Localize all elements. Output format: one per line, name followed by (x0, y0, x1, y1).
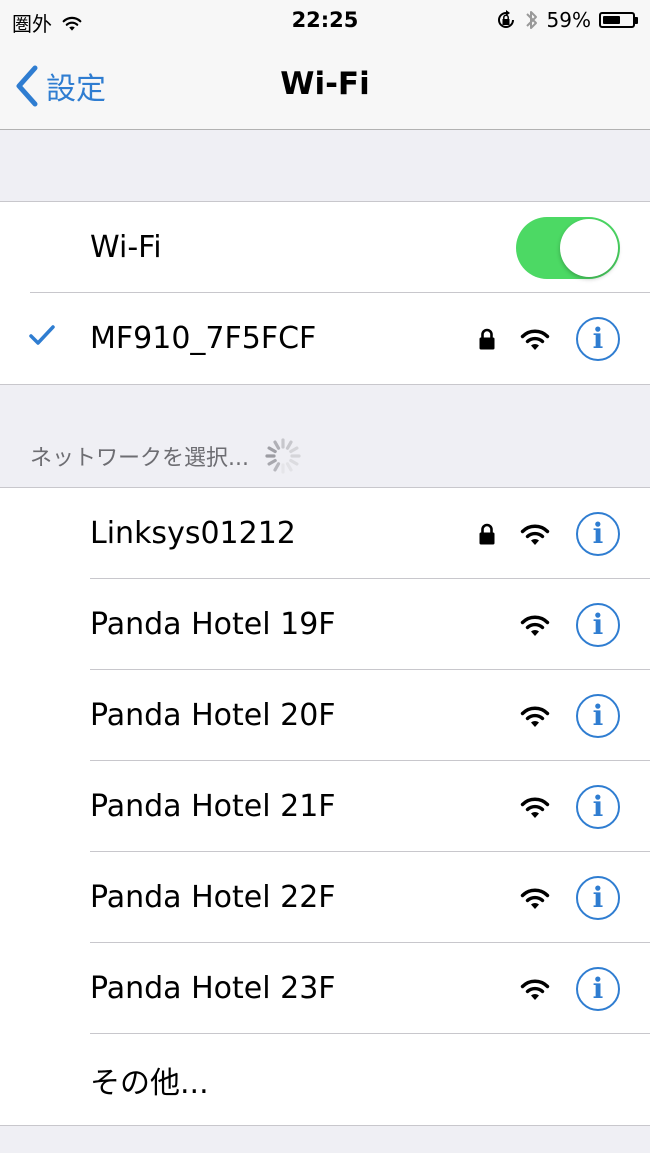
network-icons: i (518, 852, 620, 943)
info-button[interactable]: i (576, 784, 620, 829)
network-name: Panda Hotel 19F (90, 607, 336, 642)
network-row-other[interactable]: その他... (0, 1034, 650, 1125)
other-network-label: その他... (90, 1065, 209, 1101)
toggle-knob (560, 219, 618, 277)
info-button[interactable]: i (576, 602, 620, 647)
battery-percent: 59% (546, 8, 591, 32)
status-right: 59% (495, 8, 638, 32)
network-row[interactable]: Panda Hotel 20F i (0, 670, 650, 761)
info-button[interactable]: i (576, 966, 620, 1011)
page-title: Wi-Fi (280, 66, 370, 102)
info-button[interactable]: i (576, 316, 620, 361)
wifi-settings-group: Wi-Fi MF910_7F5FCF i (0, 201, 650, 385)
network-icons: i (518, 670, 620, 761)
connected-network-row[interactable]: MF910_7F5FCF i (0, 293, 650, 384)
info-button[interactable]: i (576, 693, 620, 738)
network-icons: i (518, 579, 620, 670)
network-row[interactable]: Panda Hotel 23F i (0, 943, 650, 1034)
wifi-signal-icon (520, 524, 550, 545)
network-name: Panda Hotel 22F (90, 880, 336, 915)
network-row[interactable]: Panda Hotel 19F i (0, 579, 650, 670)
network-name: Panda Hotel 21F (90, 789, 336, 824)
battery-icon (599, 12, 638, 28)
info-button[interactable]: i (576, 875, 620, 920)
choose-network-header: ネットワークを選択... (30, 436, 303, 476)
network-icons: i (478, 488, 620, 579)
wifi-toggle-label: Wi-Fi (90, 230, 162, 265)
wifi-signal-icon (520, 329, 550, 350)
connected-network-name: MF910_7F5FCF (90, 321, 317, 356)
network-name: Panda Hotel 20F (90, 698, 336, 733)
network-icons: i (518, 761, 620, 852)
network-row[interactable]: Linksys01212 i (0, 488, 650, 579)
lock-icon (479, 523, 495, 544)
lock-icon (479, 328, 495, 349)
status-bar: 圏外 22:25 59% (0, 0, 650, 40)
section-header-label: ネットワークを選択... (30, 446, 249, 471)
checkmark-icon (29, 325, 55, 345)
network-row[interactable]: Panda Hotel 21F i (0, 761, 650, 852)
network-name: Panda Hotel 23F (90, 971, 336, 1006)
navigation-bar: 設定 Wi-Fi (0, 40, 650, 130)
network-row[interactable]: Panda Hotel 22F i (0, 852, 650, 943)
rotation-lock-icon (497, 10, 514, 28)
info-button[interactable]: i (576, 511, 620, 556)
wifi-signal-icon (520, 979, 550, 1000)
connected-network-icons: i (478, 293, 620, 384)
wifi-toggle-switch[interactable] (516, 217, 620, 279)
wifi-signal-icon (520, 706, 550, 727)
wifi-signal-icon (520, 797, 550, 818)
wifi-signal-icon (520, 615, 550, 636)
loading-spinner-icon (265, 438, 301, 474)
network-name: Linksys01212 (90, 516, 296, 551)
bluetooth-icon (525, 11, 537, 29)
network-list: Linksys01212 i Panda Hotel 19F i Panda Hotel… (0, 487, 650, 1126)
network-icons: i (518, 943, 620, 1034)
wifi-signal-icon (520, 888, 550, 909)
wifi-toggle-row: Wi-Fi (0, 202, 650, 293)
